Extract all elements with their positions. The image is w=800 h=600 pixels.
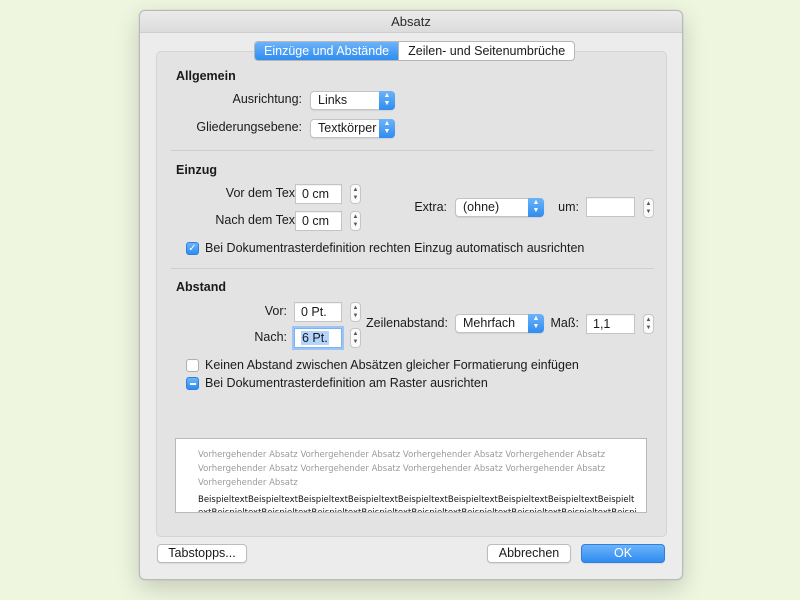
raster-ausrichten-checkbox-label: Bei Dokumentrasterdefinition am Raster a… xyxy=(205,376,488,390)
tab-einzuege-abstaende[interactable]: Einzüge und Abstände xyxy=(255,42,399,60)
ok-button[interactable]: OK xyxy=(581,544,665,563)
section-heading-abstand: Abstand xyxy=(176,280,226,294)
abstand-nach-value: 6 Pt. xyxy=(301,331,329,345)
zeilenabstand-label: Zeilenabstand: xyxy=(365,316,448,330)
zeilenabstand-select[interactable]: Mehrfach ▲ ▼ xyxy=(455,314,544,333)
mass-input[interactable]: 1,1 xyxy=(586,314,635,334)
zeilenabstand-value: Mehrfach xyxy=(463,316,516,330)
section-heading-einzug: Einzug xyxy=(176,163,217,177)
mass-stepper[interactable]: ▲ ▼ xyxy=(643,314,654,334)
ausrichtung-value: Links xyxy=(318,93,348,107)
abstand-vor-label: Vor: xyxy=(264,304,287,318)
vor-dem-text-value: 0 cm xyxy=(302,187,330,201)
ausrichtung-select[interactable]: Links ▲ ▼ xyxy=(310,91,395,110)
select-arrows-icon: ▲ ▼ xyxy=(379,119,395,138)
preview-sample-line: extBeispieltextBeispieltextBeispieltextB… xyxy=(198,508,637,513)
select-arrows-icon: ▲ ▼ xyxy=(379,91,395,110)
select-arrows-icon: ▲ ▼ xyxy=(528,314,544,333)
extra-label: Extra: xyxy=(414,200,447,214)
gliederungsebene-value: Textkörper xyxy=(318,121,377,135)
extra-value: (ohne) xyxy=(463,200,500,214)
rechter-einzug-checkbox[interactable]: ✓ xyxy=(186,242,199,255)
cancel-button[interactable]: Abbrechen xyxy=(487,544,571,563)
tab-zeilen-seitenumbrueche[interactable]: Zeilen- und Seitenumbrüche xyxy=(398,42,574,60)
abstand-vor-input[interactable]: 0 Pt. xyxy=(294,302,342,322)
mass-value: 1,1 xyxy=(593,317,611,331)
um-input[interactable] xyxy=(586,197,635,217)
abstand-nach-stepper[interactable]: ▲ ▼ xyxy=(350,328,361,348)
section-divider xyxy=(171,150,654,151)
extra-select[interactable]: (ohne) ▲ ▼ xyxy=(455,198,544,217)
preview-sample-text: BeispieltextBeispieltextBeispieltextBeis… xyxy=(198,494,638,513)
preview-previous-paragraph: Vorhergehender Absatz Vorhergehender Abs… xyxy=(198,450,606,488)
tabstopps-button[interactable]: Tabstopps... xyxy=(157,544,247,563)
abstand-vor-value: 0 Pt. xyxy=(301,305,327,319)
window-title: Absatz xyxy=(140,11,682,33)
um-stepper[interactable]: ▲ ▼ xyxy=(643,198,654,218)
raster-ausrichten-checkbox[interactable] xyxy=(186,377,199,390)
gliederungsebene-label: Gliederungsebene: xyxy=(196,120,302,134)
mass-label: Maß: xyxy=(550,316,579,330)
section-heading-allgemein: Allgemein xyxy=(176,69,236,83)
nach-dem-text-input[interactable]: 0 cm xyxy=(295,211,342,231)
abstand-nach-label: Nach: xyxy=(254,330,287,344)
ausrichtung-label: Ausrichtung: xyxy=(232,92,302,106)
preview-sample-line: BeispieltextBeispieltextBeispieltextBeis… xyxy=(198,495,635,505)
vor-dem-text-label: Vor dem Text: xyxy=(225,186,302,200)
nach-dem-text-stepper[interactable]: ▲ ▼ xyxy=(350,211,361,231)
tab-bar: Einzüge und Abstände Zeilen- und Seitenu… xyxy=(254,41,576,61)
vor-dem-text-stepper[interactable]: ▲ ▼ xyxy=(350,184,361,204)
paragraph-dialog: Absatz Einzüge und Abstände Zeilen- und … xyxy=(139,10,683,580)
gliederungsebene-select[interactable]: Textkörper ▲ ▼ xyxy=(310,119,395,138)
vor-dem-text-input[interactable]: 0 cm xyxy=(295,184,342,204)
um-label: um: xyxy=(558,200,579,214)
abstand-nach-input[interactable]: 6 Pt. xyxy=(294,328,342,348)
section-divider xyxy=(171,268,654,269)
select-arrows-icon: ▲ ▼ xyxy=(528,198,544,217)
kein-abstand-checkbox-label: Keinen Abstand zwischen Absätzen gleiche… xyxy=(205,358,579,372)
nach-dem-text-value: 0 cm xyxy=(302,214,330,228)
paragraph-preview: Vorhergehender Absatz Vorhergehender Abs… xyxy=(175,438,647,513)
rechter-einzug-checkbox-label: Bei Dokumentrasterdefinition rechten Ein… xyxy=(205,241,585,255)
kein-abstand-checkbox[interactable] xyxy=(186,359,199,372)
nach-dem-text-label: Nach dem Text: xyxy=(215,213,302,227)
